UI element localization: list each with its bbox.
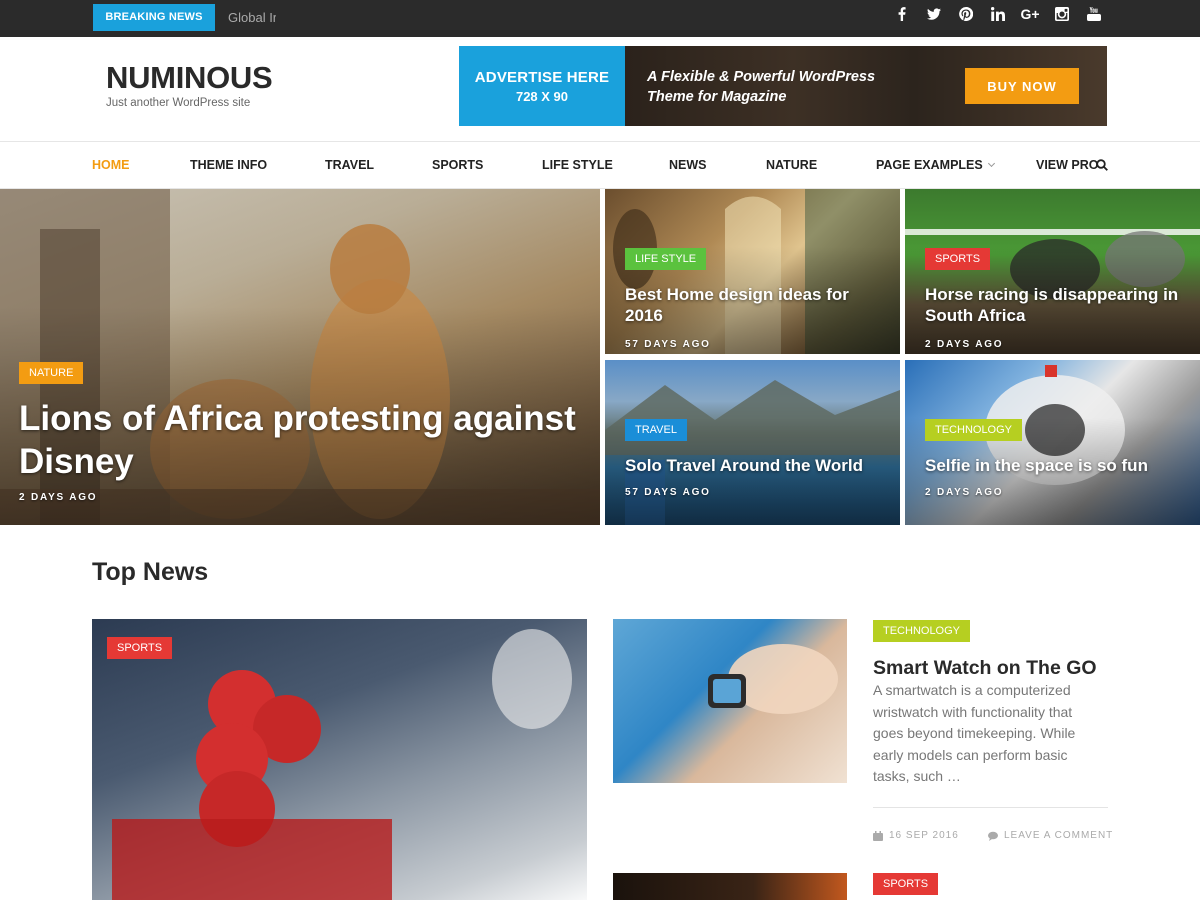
tile-shade bbox=[905, 360, 1200, 525]
sports-thumbnail[interactable] bbox=[613, 873, 847, 900]
article-date-text: 16 SEP 2016 bbox=[889, 830, 959, 841]
bobsled-image bbox=[112, 629, 572, 900]
nav-item-page-examples-label: PAGE EXAMPLES bbox=[876, 158, 983, 172]
tile-shade bbox=[605, 360, 900, 525]
search-icon[interactable] bbox=[1096, 159, 1108, 171]
tile-title[interactable]: Selfie in the space is so fun bbox=[925, 455, 1185, 476]
main-navigation: HOME THEME INFO TRAVEL SPORTS LIFE STYLE… bbox=[0, 141, 1200, 189]
tile-title[interactable]: Best Home design ideas for 2016 bbox=[625, 284, 865, 326]
nav-item-home[interactable]: HOME bbox=[92, 142, 130, 188]
nav-item-travel[interactable]: TRAVEL bbox=[325, 142, 374, 188]
leave-comment-link[interactable]: LEAVE A COMMENT bbox=[988, 830, 1113, 841]
post-date: 2 DAYS AGO bbox=[925, 487, 1004, 498]
post-date: 2 DAYS AGO bbox=[19, 492, 98, 503]
watch-image bbox=[708, 644, 838, 714]
article-date: 16 SEP 2016 bbox=[873, 830, 959, 841]
hero-post-technology[interactable]: TECHNOLOGY Selfie in the space is so fun… bbox=[905, 360, 1200, 525]
site-title[interactable]: NUMINOUS bbox=[106, 60, 273, 96]
smart-watch-thumbnail[interactable] bbox=[613, 619, 847, 783]
category-badge[interactable]: SPORTS bbox=[873, 873, 939, 895]
twitter-icon[interactable] bbox=[918, 0, 950, 27]
post-date: 57 DAYS AGO bbox=[625, 487, 711, 498]
google-plus-icon[interactable]: G+ bbox=[1014, 0, 1046, 27]
section-heading: Top News bbox=[92, 558, 209, 586]
site-tagline: Just another WordPress site bbox=[106, 97, 251, 109]
hero-post-travel[interactable]: TRAVEL Solo Travel Around the World 57 D… bbox=[605, 360, 900, 525]
hero-post-lifestyle[interactable]: LIFE STYLE Best Home design ideas for 20… bbox=[605, 189, 900, 354]
category-badge[interactable]: TRAVEL bbox=[625, 419, 687, 441]
advertise-label: ADVERTISE HERE bbox=[474, 68, 610, 86]
advertisement-banner[interactable]: ADVERTISE HERE 728 X 90 A Flexible & Pow… bbox=[459, 46, 1107, 126]
ad-image-area: A Flexible & Powerful WordPress Theme fo… bbox=[625, 46, 1107, 126]
nav-item-theme-info[interactable]: THEME INFO bbox=[190, 142, 267, 188]
category-badge[interactable]: NATURE bbox=[19, 362, 84, 384]
featured-news-image[interactable]: SPORTS bbox=[92, 619, 587, 900]
hero-post-sports[interactable]: SPORTS Horse racing is disappearing in S… bbox=[905, 189, 1200, 354]
chevron-down-icon bbox=[987, 159, 995, 168]
instagram-icon[interactable] bbox=[1046, 0, 1078, 27]
category-badge[interactable]: SPORTS bbox=[925, 248, 991, 270]
post-date: 57 DAYS AGO bbox=[625, 339, 711, 350]
buy-now-button[interactable]: BUY NOW bbox=[965, 68, 1079, 104]
hero-main-post[interactable]: NATURE Lions of Africa protesting agains… bbox=[0, 189, 600, 525]
linkedin-icon[interactable] bbox=[982, 0, 1014, 27]
top-bar: BREAKING NEWS Global Ir G+ bbox=[0, 0, 1200, 37]
breaking-news-label: BREAKING NEWS bbox=[93, 4, 215, 31]
category-badge[interactable]: LIFE STYLE bbox=[625, 248, 707, 270]
hero-main-title[interactable]: Lions of Africa protesting against Disne… bbox=[19, 397, 594, 483]
article-excerpt: A smartwatch is a computerized wristwatc… bbox=[873, 682, 1076, 784]
social-links: G+ bbox=[886, 0, 1110, 27]
post-date: 2 DAYS AGO bbox=[925, 339, 1004, 350]
tile-shade bbox=[905, 189, 1200, 354]
tile-shade bbox=[605, 189, 900, 354]
nav-item-nature[interactable]: NATURE bbox=[766, 142, 817, 188]
tile-title[interactable]: Solo Travel Around the World bbox=[625, 455, 885, 476]
nav-item-view-pro[interactable]: VIEW PRO bbox=[1036, 142, 1099, 188]
ad-tagline: A Flexible & Powerful WordPress Theme fo… bbox=[647, 69, 876, 105]
leave-comment-text: LEAVE A COMMENT bbox=[1004, 830, 1114, 841]
pinterest-icon[interactable] bbox=[950, 0, 982, 27]
category-badge[interactable]: TECHNOLOGY bbox=[873, 620, 971, 642]
facebook-icon[interactable] bbox=[886, 0, 918, 27]
advertise-block: ADVERTISE HERE 728 X 90 bbox=[459, 46, 625, 126]
calendar-icon bbox=[873, 830, 883, 841]
nav-item-life-style[interactable]: LIFE STYLE bbox=[542, 142, 613, 188]
youtube-icon[interactable] bbox=[1078, 0, 1110, 27]
category-badge[interactable]: SPORTS bbox=[107, 637, 173, 659]
nav-item-sports[interactable]: SPORTS bbox=[432, 142, 483, 188]
tile-title[interactable]: Horse racing is disappearing in South Af… bbox=[925, 284, 1185, 326]
nav-item-news[interactable]: NEWS bbox=[669, 142, 707, 188]
comment-icon bbox=[988, 831, 998, 841]
advertise-size: 728 X 90 bbox=[515, 88, 569, 104]
news-ticker[interactable]: Global Ir bbox=[228, 4, 276, 31]
category-badge[interactable]: TECHNOLOGY bbox=[925, 419, 1023, 441]
divider bbox=[873, 807, 1108, 808]
nav-item-page-examples[interactable]: PAGE EXAMPLES bbox=[876, 142, 995, 188]
article-title[interactable]: Smart Watch on The GO bbox=[873, 657, 1097, 680]
